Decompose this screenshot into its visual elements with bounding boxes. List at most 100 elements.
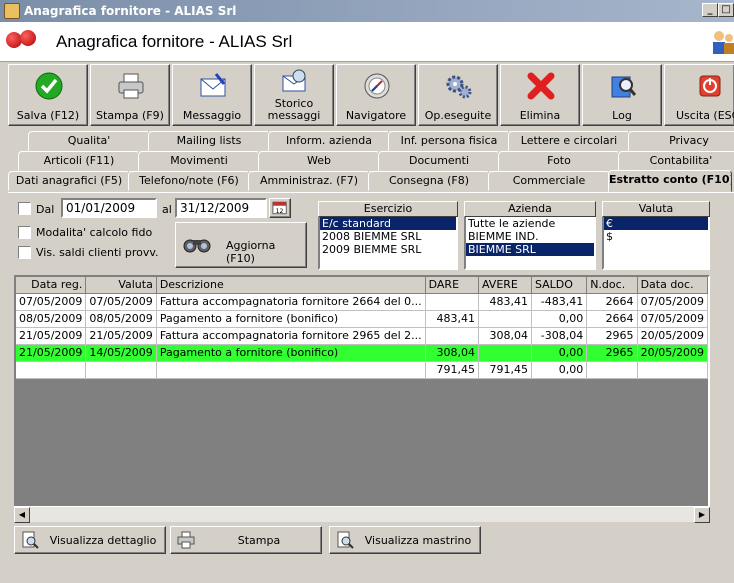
tab-amministraz[interactable]: Amministraz. (F7) bbox=[248, 171, 370, 191]
scroll-left-arrow-icon[interactable]: ◀ bbox=[14, 507, 30, 523]
navigator-button[interactable]: Navigatore bbox=[336, 64, 416, 126]
table-row[interactable]: 08/05/2009 08/05/2009 Pagamento a fornit… bbox=[16, 310, 708, 328]
scroll-right-arrow-icon[interactable]: ▶ bbox=[694, 507, 710, 523]
table-row[interactable]: 07/05/2009 07/05/2009 Fattura accompagna… bbox=[16, 293, 708, 311]
tab-web[interactable]: Web bbox=[258, 151, 380, 171]
tab-estratto-conto[interactable]: Estratto conto (F10) bbox=[608, 170, 732, 192]
valuta-list[interactable]: Valuta € $ bbox=[602, 201, 710, 270]
horizontal-scrollbar[interactable]: ◀ ▶ bbox=[14, 506, 710, 523]
visualizza-dettaglio-button[interactable]: Visualizza dettaglio bbox=[14, 526, 166, 554]
cell: 07/05/2009 bbox=[637, 310, 708, 328]
cell: 483,41 bbox=[478, 293, 532, 311]
strawberry-logo-icon bbox=[6, 30, 42, 52]
magnifier-document-icon bbox=[22, 531, 39, 549]
aggiorna-button[interactable]: Aggiorna (F10) bbox=[175, 222, 307, 268]
tab-foto[interactable]: Foto bbox=[498, 151, 620, 171]
print-button[interactable]: Stampa (F9) bbox=[90, 64, 170, 126]
delete-button-label: Elimina bbox=[519, 109, 561, 122]
esercizio-list[interactable]: Esercizio E/c standard 2008 BIEMME SRL 2… bbox=[318, 201, 458, 270]
magnifier-document-icon bbox=[337, 531, 354, 549]
log-icon bbox=[611, 76, 637, 98]
tab-inf-persona-fisica[interactable]: Inf. persona fisica bbox=[388, 131, 510, 151]
cell: Fattura accompagnatoria fornitore 2664 d… bbox=[156, 293, 426, 311]
calendar-button[interactable]: 12 bbox=[269, 198, 291, 218]
tab-inform-azienda[interactable]: Inform. azienda bbox=[268, 131, 390, 151]
esercizio-item[interactable]: 2009 BIEMME SRL bbox=[320, 243, 456, 256]
col-descrizione-header[interactable]: Descrizione bbox=[156, 277, 426, 294]
total-avere: 791,45 bbox=[478, 361, 532, 379]
cell: 07/05/2009 bbox=[85, 293, 157, 311]
esercizio-item[interactable]: E/c standard bbox=[320, 217, 456, 230]
cell bbox=[85, 361, 157, 379]
table-row-selected[interactable]: 21/05/2009 14/05/2009 Pagamento a fornit… bbox=[16, 344, 708, 362]
cell: 2664 bbox=[586, 293, 638, 311]
tab-commerciale[interactable]: Commerciale bbox=[488, 171, 610, 191]
dal-checkbox[interactable] bbox=[18, 202, 31, 215]
tab-articoli[interactable]: Articoli (F11) bbox=[18, 151, 140, 171]
dal-date-input[interactable]: 01/01/2009 bbox=[61, 198, 157, 218]
cell: 2965 bbox=[586, 344, 638, 362]
cell: 08/05/2009 bbox=[85, 310, 157, 328]
tab-mailing-lists[interactable]: Mailing lists bbox=[148, 131, 270, 151]
tab-documenti[interactable]: Documenti bbox=[378, 151, 500, 171]
valuta-item[interactable]: € bbox=[604, 217, 708, 230]
azienda-item[interactable]: BIEMME SRL bbox=[466, 243, 594, 256]
azienda-header: Azienda bbox=[464, 201, 596, 217]
tab-dati-anagrafici[interactable]: Dati anagrafici (F5) bbox=[8, 171, 130, 191]
maximize-button[interactable]: □ bbox=[718, 3, 734, 17]
al-date-input[interactable]: 31/12/2009 bbox=[175, 198, 267, 218]
cell: 14/05/2009 bbox=[85, 344, 157, 362]
navigator-button-label: Navigatore bbox=[345, 109, 407, 122]
esercizio-item[interactable]: 2008 BIEMME SRL bbox=[320, 230, 456, 243]
operations-button[interactable]: Op.eseguite bbox=[418, 64, 498, 126]
table-row[interactable]: 21/05/2009 21/05/2009 Fattura accompagna… bbox=[16, 327, 708, 345]
cell: 2965 bbox=[586, 327, 638, 345]
col-saldo-header[interactable]: SALDO bbox=[531, 277, 588, 294]
col-ndoc-header[interactable]: N.doc. bbox=[586, 277, 638, 294]
delete-button[interactable]: Elimina bbox=[500, 64, 580, 126]
message-button[interactable]: Messaggio bbox=[172, 64, 252, 126]
col-valuta-header[interactable]: Valuta bbox=[85, 277, 157, 294]
cell bbox=[586, 361, 638, 379]
tab-lettere-circolari[interactable]: Lettere e circolari bbox=[508, 131, 630, 151]
azienda-list[interactable]: Azienda Tutte le aziende BIEMME IND. BIE… bbox=[464, 201, 596, 270]
stampa-button[interactable]: Stampa bbox=[170, 526, 322, 554]
tab-qualita[interactable]: Qualita' bbox=[28, 131, 150, 151]
cell: 07/05/2009 bbox=[637, 293, 708, 311]
save-button[interactable]: Salva (F12) bbox=[8, 64, 88, 126]
tab-privacy[interactable]: Privacy bbox=[628, 131, 734, 151]
al-label: al bbox=[162, 203, 172, 216]
stampa-label: Stampa bbox=[237, 534, 281, 547]
modalita-calcolo-fido-checkbox[interactable] bbox=[18, 226, 31, 239]
grid-header-row: Data reg. Valuta Descrizione DARE AVERE … bbox=[16, 277, 708, 294]
main-toolbar: Salva (F12) Stampa (F9) Messaggio Storic… bbox=[8, 64, 734, 126]
message-history-button[interactable]: Storico messaggi bbox=[254, 64, 334, 126]
visualizza-mastrino-button[interactable]: Visualizza mastrino bbox=[329, 526, 481, 554]
col-data-reg-header[interactable]: Data reg. bbox=[16, 277, 87, 294]
exit-button[interactable]: Uscita (ESC) bbox=[664, 64, 734, 126]
log-button[interactable]: Log bbox=[582, 64, 662, 126]
tab-consegna[interactable]: Consegna (F8) bbox=[368, 171, 490, 191]
cell: -483,41 bbox=[531, 293, 588, 311]
cell bbox=[478, 344, 532, 362]
col-dare-header[interactable]: DARE bbox=[425, 277, 479, 294]
tab-movimenti[interactable]: Movimenti bbox=[138, 151, 260, 171]
exit-icon bbox=[699, 75, 721, 97]
cell bbox=[478, 310, 532, 328]
vis-saldi-checkbox[interactable] bbox=[18, 246, 31, 259]
minimize-button[interactable]: _ bbox=[702, 3, 718, 17]
tab-contabilita[interactable]: Contabilita' bbox=[618, 151, 734, 171]
cell: 20/05/2009 bbox=[637, 344, 708, 362]
estratto-conto-grid[interactable]: Data reg. Valuta Descrizione DARE AVERE … bbox=[14, 275, 710, 521]
cell: 21/05/2009 bbox=[16, 344, 87, 362]
valuta-item[interactable]: $ bbox=[604, 230, 708, 243]
col-avere-header[interactable]: AVERE bbox=[478, 277, 532, 294]
azienda-item[interactable]: Tutte le aziende bbox=[466, 217, 594, 230]
col-data-doc-header[interactable]: Data doc. bbox=[637, 277, 708, 294]
azienda-item[interactable]: BIEMME IND. bbox=[466, 230, 594, 243]
total-saldo: 0,00 bbox=[531, 361, 588, 379]
modalita-calcolo-fido-label: Modalita' calcolo fido bbox=[36, 226, 153, 239]
log-button-label: Log bbox=[612, 109, 632, 122]
app-icon bbox=[4, 3, 20, 19]
tab-telefono-note[interactable]: Telefono/note (F6) bbox=[128, 171, 250, 191]
